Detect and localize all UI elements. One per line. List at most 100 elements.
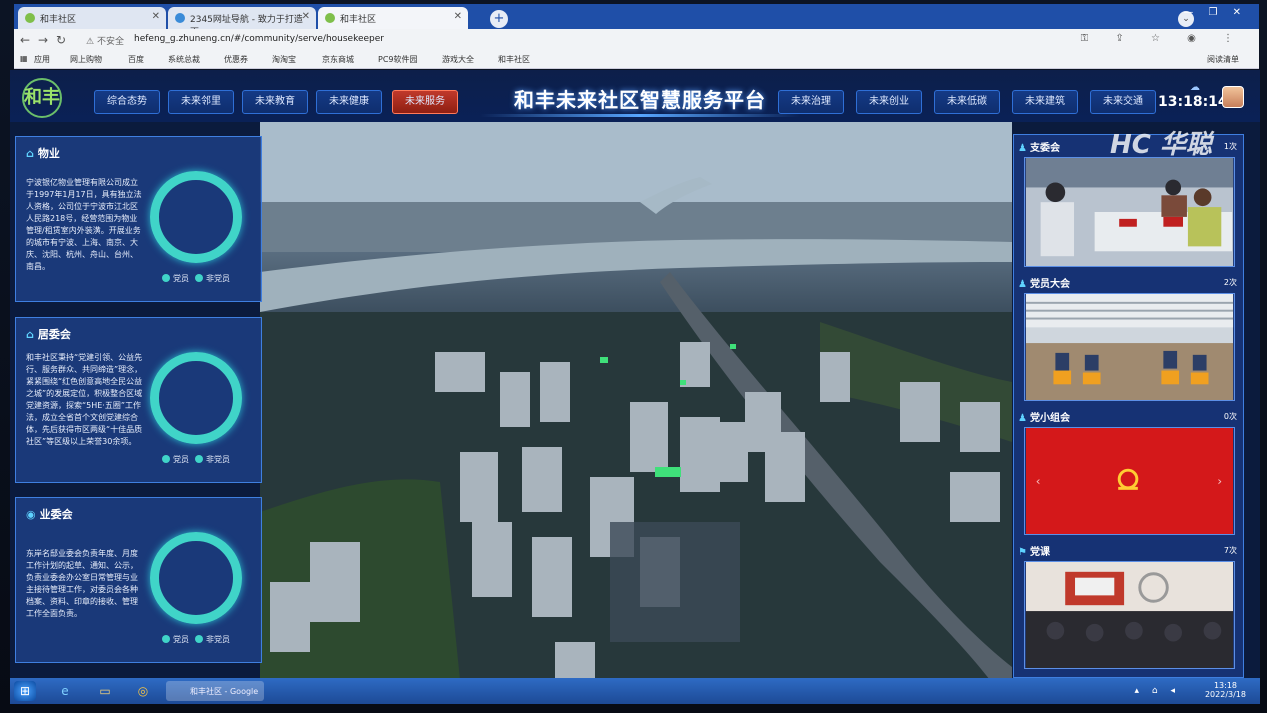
new-tab-button[interactable]: + bbox=[490, 10, 508, 28]
back-icon[interactable]: ← bbox=[20, 33, 30, 47]
bookmarks-bar: ▦ 应用 网上购物 百度 系统总裁 优惠券 淘淘宝 京东商城 PC9软件园 游戏… bbox=[14, 51, 1259, 69]
close-tab-icon[interactable]: ✕ bbox=[152, 11, 160, 22]
aerial-city-map[interactable] bbox=[260, 122, 1012, 680]
browser-tab-3[interactable]: 和丰社区 ✕ bbox=[318, 7, 468, 29]
close-tab-icon[interactable]: ✕ bbox=[302, 11, 310, 22]
tab-label: 和丰社区 bbox=[340, 15, 377, 25]
donut-chart[interactable] bbox=[150, 352, 242, 444]
user-avatar[interactable] bbox=[1222, 86, 1244, 108]
tab-label: 和丰社区 bbox=[40, 15, 77, 25]
weather-cloud-icon: ☁ bbox=[1190, 82, 1200, 93]
watermark-logo: HC 华聪 bbox=[1110, 130, 1212, 160]
meeting-photo[interactable] bbox=[1024, 293, 1235, 401]
taskbar-date: 2022/3/18 bbox=[1204, 690, 1246, 699]
dashboard-header: 和丰 综合态势 未来邻里 未来教育 未来健康 未来服务 和丰未来社区智慧服务平台… bbox=[10, 70, 1260, 122]
donut-chart[interactable] bbox=[150, 171, 242, 263]
reading-list[interactable]: 阅读清单 bbox=[1207, 54, 1239, 65]
apps-grid-icon[interactable]: ▦ bbox=[20, 54, 28, 63]
app-logo: 和丰 bbox=[22, 78, 62, 118]
legend-label: 非党员 bbox=[206, 274, 230, 283]
toolbar-icons[interactable]: ⚿ ⇪ ☆ ◉ ⋮ bbox=[1081, 33, 1245, 44]
start-button-icon[interactable]: ⊞ bbox=[14, 681, 36, 701]
globe-icon: ◉ bbox=[26, 508, 36, 521]
panel-property: ⌂ 物业 宁波银亿物业管理有限公司成立于1997年1月17日，具有独立法人资格，公… bbox=[15, 136, 262, 302]
internet-explorer-icon[interactable]: e bbox=[54, 681, 76, 701]
bookmark-item[interactable]: 京东商城 bbox=[322, 54, 354, 65]
flag-icon: ⚑ bbox=[1018, 547, 1027, 558]
party-activities-panel: ♟ 支委会 1次 ♟ 党员大会 2次 ♟ 党小组会 0次 ‹ › ⚑ 党课 7次 bbox=[1013, 134, 1244, 678]
building-icon: ⌂ bbox=[26, 328, 34, 341]
taskbar-chrome-window[interactable]: 和丰社区 - Google bbox=[166, 681, 264, 701]
nav-comprehensive[interactable]: 综合态势 bbox=[94, 90, 160, 114]
taskbar-clock[interactable]: 13:18 2022/3/18 bbox=[1205, 681, 1246, 699]
panel-title-text: 业委会 bbox=[39, 508, 73, 521]
nav-architecture[interactable]: 未来建筑 bbox=[1012, 90, 1078, 114]
bookmark-item[interactable]: 和丰社区 bbox=[498, 54, 530, 65]
bookmark-item[interactable]: 游戏大全 bbox=[442, 54, 474, 65]
bookmark-item[interactable]: PC9软件园 bbox=[378, 54, 418, 65]
section-header: ⚑ 党课 7次 bbox=[1018, 543, 1241, 559]
nav-transportation[interactable]: 未来交通 bbox=[1090, 90, 1156, 114]
nav-neighborhood[interactable]: 未来邻里 bbox=[168, 90, 234, 114]
bookmark-item[interactable]: 系统总裁 bbox=[168, 54, 200, 65]
url-field[interactable]: hefeng_g.zhuneng.cn/#/community/serve/ho… bbox=[134, 34, 384, 44]
taskbar-time: 13:18 bbox=[1213, 681, 1238, 690]
bookmark-item[interactable]: 应用 bbox=[34, 54, 50, 65]
panel-title: ⌂ 居委会 bbox=[26, 326, 71, 342]
panel-description: 和丰社区秉持“党建引领、公益先行、服务群众、共同缔造”理念，紧紧围绕“红色创意高… bbox=[26, 353, 143, 446]
legend-label: 非党员 bbox=[206, 455, 230, 464]
window-controls[interactable]: — ❐ ✕ bbox=[1183, 7, 1247, 18]
chart-legend: 党员 非党员 bbox=[156, 273, 230, 284]
nav-health[interactable]: 未来健康 bbox=[316, 90, 382, 114]
chart-legend: 党员 非党员 bbox=[156, 634, 230, 645]
bookmark-item[interactable]: 网上购物 bbox=[70, 54, 102, 65]
panel-title: ◉ 业委会 bbox=[26, 506, 73, 522]
section-party-lesson: ⚑ 党课 7次 bbox=[1018, 543, 1241, 675]
panel-owners-committee: ◉ 业委会 东岸名邸业委会负责年度、月度工作计划的起草、通知、公示，负责业委会办公… bbox=[15, 497, 262, 663]
meeting-photo[interactable] bbox=[1024, 157, 1235, 267]
section-title: 支委会 bbox=[1029, 143, 1060, 154]
legend-dot-icon bbox=[162, 274, 170, 282]
legend-label: 非党员 bbox=[206, 635, 230, 644]
nav-service[interactable]: 未来服务 bbox=[392, 90, 458, 114]
reload-icon[interactable]: ↻ bbox=[56, 33, 66, 47]
bookmark-item[interactable]: 百度 bbox=[128, 54, 144, 65]
nav-education[interactable]: 未来教育 bbox=[242, 90, 308, 114]
browser-tab-2[interactable]: 2345网址导航 - 致力于打造百 ✕ bbox=[168, 7, 316, 38]
nav-low-carbon[interactable]: 未来低碳 bbox=[934, 90, 1000, 114]
page-title: 和丰未来社区智慧服务平台 bbox=[514, 88, 766, 112]
windows-taskbar: ⊞ e ▭ ◎ 和丰社区 - Google ▴ ⌂ ◂ 13:18 2022/3… bbox=[10, 678, 1260, 704]
nav-governance[interactable]: 未来治理 bbox=[778, 90, 844, 114]
close-tab-icon[interactable]: ✕ bbox=[454, 11, 462, 22]
tab-favicon-icon bbox=[25, 13, 35, 23]
section-title: 党课 bbox=[1029, 547, 1050, 558]
carousel-placeholder[interactable]: ‹ › bbox=[1024, 427, 1235, 535]
panel-title: ⌂ 物业 bbox=[26, 145, 60, 161]
legend-dot-icon bbox=[162, 635, 170, 643]
carousel-prev-icon[interactable]: ‹ bbox=[1036, 474, 1041, 488]
chrome-icon[interactable]: ◎ bbox=[132, 681, 154, 701]
forward-icon[interactable]: → bbox=[38, 33, 48, 47]
bookmark-item[interactable]: 优惠券 bbox=[224, 54, 248, 65]
section-count: 1次 bbox=[1223, 142, 1237, 151]
security-warning[interactable]: ⚠ 不安全 bbox=[86, 34, 124, 47]
dashboard: 和丰 综合态势 未来邻里 未来教育 未来健康 未来服务 和丰未来社区智慧服务平台… bbox=[10, 70, 1260, 680]
clock: 13:18:14 bbox=[1158, 94, 1228, 110]
people-icon: ♟ bbox=[1018, 143, 1027, 154]
people-icon: ♟ bbox=[1018, 279, 1027, 290]
lecture-photo[interactable] bbox=[1024, 561, 1235, 669]
bookmark-item[interactable]: 淘淘宝 bbox=[272, 54, 296, 65]
legend-label: 党员 bbox=[173, 274, 189, 283]
section-header: ♟ 党小组会 0次 bbox=[1018, 409, 1241, 425]
file-explorer-icon[interactable]: ▭ bbox=[94, 681, 116, 701]
section-party-congress: ♟ 党员大会 2次 bbox=[1018, 275, 1241, 405]
panel-residents-committee: ⌂ 居委会 和丰社区秉持“党建引领、公益先行、服务群众、共同缔造”理念，紧紧围绕“… bbox=[15, 317, 262, 483]
donut-chart[interactable] bbox=[150, 532, 242, 624]
nav-entrepreneurship[interactable]: 未来创业 bbox=[856, 90, 922, 114]
browser-tab-1[interactable]: 和丰社区 ✕ bbox=[18, 7, 166, 29]
system-tray-icons[interactable]: ▴ ⌂ ◂ bbox=[1135, 686, 1180, 696]
legend-dot-icon bbox=[195, 635, 203, 643]
legend-label: 党员 bbox=[173, 455, 189, 464]
carousel-next-icon[interactable]: › bbox=[1217, 474, 1222, 488]
people-icon: ♟ bbox=[1018, 413, 1027, 424]
